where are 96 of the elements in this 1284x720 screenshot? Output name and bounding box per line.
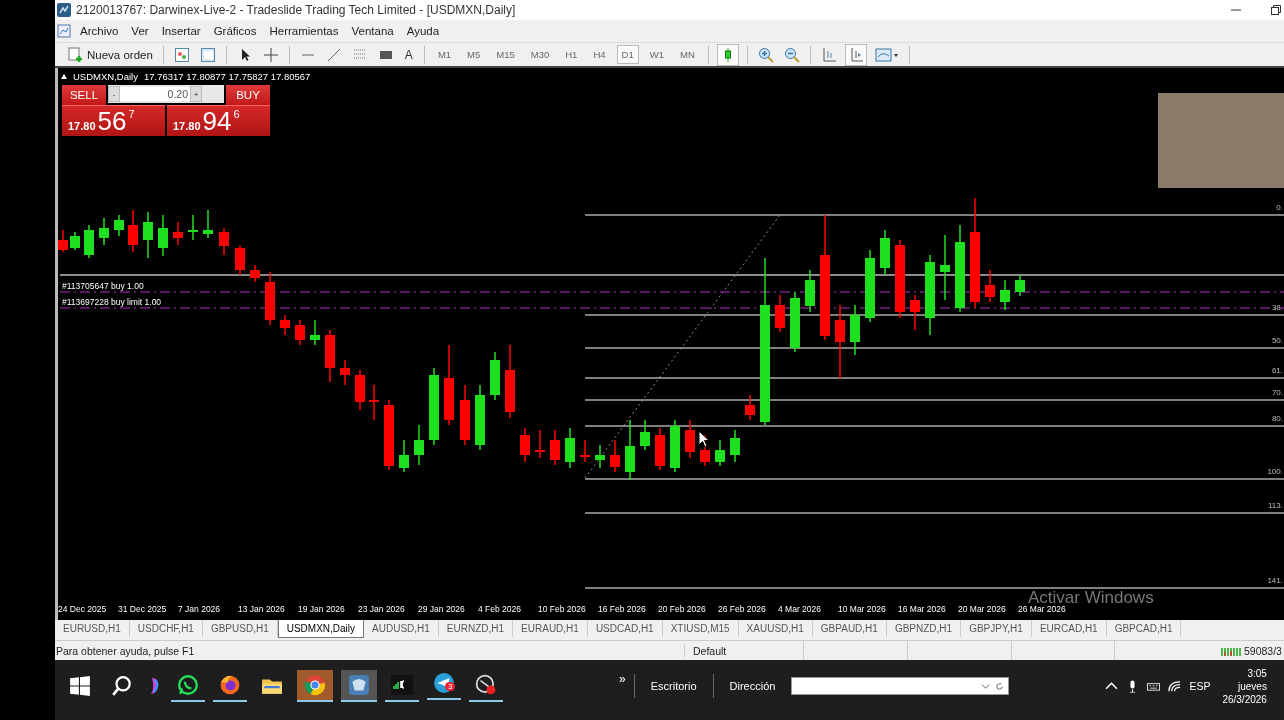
menu-item[interactable]: Ventana [347, 25, 402, 37]
address-label: Dirección [728, 680, 777, 692]
chart-tab[interactable]: GBPCAD,H1 [1106, 620, 1182, 637]
candlestick-icon[interactable] [716, 43, 739, 66]
timeframe-button[interactable]: M1 [432, 45, 457, 64]
buy-button[interactable]: BUY [226, 85, 270, 105]
activation-notice: Activar Windows [1028, 588, 1154, 607]
order-label: #113697228 buy limit 1.00 [62, 297, 162, 307]
chart-tab[interactable]: USDCAD,H1 [587, 620, 663, 637]
chart-tab[interactable]: EURUSD,H1 [55, 620, 130, 637]
new-order-button[interactable]: Nueva orden [63, 44, 155, 65]
timeframe-button[interactable]: D1 [616, 45, 639, 64]
timeframe-button[interactable]: M5 [462, 45, 486, 64]
date-label: 26 Feb 2026 [718, 604, 767, 614]
chart-tab[interactable]: GBPAUD,H1 [812, 620, 887, 637]
fibonacci-level-label: 0. [1276, 203, 1283, 212]
dropdown-caret-icon[interactable] [981, 681, 991, 691]
fibonacci-level-label: 61. [1271, 366, 1283, 375]
menu-item[interactable]: Insertar [157, 25, 209, 37]
document-icon[interactable] [57, 24, 71, 38]
chart-tab[interactable]: GBPNZD,H1 [886, 620, 962, 637]
chart-tab[interactable]: XTIUSD,M15 [662, 620, 739, 637]
volume-field[interactable]: 0.20 [120, 87, 190, 101]
symbol-label: USDMXN,Daily [73, 71, 138, 82]
bull-icon [348, 674, 370, 696]
timeframe-button[interactable]: H1 [560, 45, 583, 64]
chart-tab[interactable]: EURAUD,H1 [513, 620, 588, 637]
chrome-icon [304, 674, 326, 696]
text-tool[interactable]: A [401, 47, 416, 62]
notification-badge: 3 [445, 682, 456, 691]
language-indicator[interactable]: ESP [1189, 680, 1211, 692]
menu-item[interactable]: Ayuda [402, 25, 448, 37]
timeframe-button[interactable]: H4 [588, 45, 611, 64]
fibonacci-level-label: 80. [1271, 414, 1283, 423]
chart-tab[interactable]: USDMXN,Daily [277, 620, 365, 638]
sell-button[interactable]: SELL [62, 85, 106, 105]
clock-time[interactable]: 3:05 [1247, 666, 1267, 680]
decrease-button[interactable]: - [108, 86, 120, 102]
chart-tab[interactable]: EURCAD,H1 [1031, 620, 1107, 637]
timeframe-button[interactable]: W1 [644, 45, 669, 64]
date-label: 10 Mar 2026 [838, 604, 887, 614]
help-text: Para obtener ayuda, pulse F1 [55, 644, 196, 657]
desktop-toolbar-label[interactable]: Escritorio [642, 680, 705, 692]
chart-tab[interactable]: GBPJPY,H1 [961, 620, 1032, 637]
fibonacci-level-label: 100. [1267, 467, 1283, 476]
clock-date[interactable]: 26/3/2026 [1222, 692, 1267, 706]
address-field[interactable] [791, 677, 1010, 695]
date-label: 16 Feb 2026 [598, 604, 647, 614]
chart-tab[interactable]: XAUUSD,H1 [738, 620, 813, 637]
chart-tab[interactable]: GBPUSD,H1 [202, 620, 278, 637]
wifi-icon[interactable] [1168, 679, 1182, 693]
chrome-taskbar-button[interactable] [297, 670, 333, 702]
timeframe-button[interactable]: M15 [491, 45, 520, 64]
timeframe-button[interactable]: MN [674, 45, 700, 64]
window-title: 2120013767: Darwinex-Live-2 - Tradeslide Trading Tech Limited - [USDMXN,Daily] [76, 3, 516, 17]
fibonacci-level-label: 50. [1271, 336, 1283, 345]
order-label: #113705647 buy 1.00 [62, 281, 144, 291]
chart-tab[interactable]: EURNZD,H1 [438, 620, 514, 637]
profile-name: Default [684, 644, 803, 657]
toolbar-expand-chevron[interactable]: » [619, 672, 626, 686]
mouse-cursor-icon [698, 430, 710, 448]
collapse-icon[interactable] [61, 74, 67, 79]
date-label: 26 Mar 2026 [1018, 604, 1067, 614]
restore-icon[interactable] [1271, 5, 1281, 15]
date-label: 4 Mar 2026 [778, 604, 822, 614]
date-label: 4 Feb 2026 [478, 604, 522, 614]
date-label: 23 Jan 2026 [358, 604, 406, 614]
chart-tab[interactable]: AUDUSD,H1 [364, 620, 439, 637]
date-label: 16 Mar 2026 [898, 604, 947, 614]
date-label: 10 Feb 2026 [538, 604, 587, 614]
menu-item[interactable]: Herramientas [265, 25, 347, 37]
traffic-counter: 59083/3 [1244, 644, 1283, 657]
clock-day[interactable]: jueves [1238, 679, 1267, 693]
date-label: 24 Dec 2025 [58, 604, 108, 614]
timeframe-button[interactable]: M30 [525, 45, 555, 64]
new-order-icon [65, 44, 85, 65]
date-label: 20 Mar 2026 [958, 604, 1007, 614]
date-label: 20 Feb 2026 [658, 604, 707, 614]
date-label: 7 Jan 2026 [178, 604, 222, 614]
date-label: 19 Jan 2026 [298, 604, 346, 614]
fibonacci-level-label: 113. [1268, 501, 1283, 510]
increase-button[interactable]: + [190, 86, 202, 102]
menu-item[interactable]: Gráficos [209, 25, 265, 37]
fibonacci-level-label: 38. [1271, 303, 1283, 312]
refresh-icon[interactable] [995, 681, 1005, 691]
fibonacci-level-label: 70. [1271, 388, 1283, 397]
fibonacci-level-label: 141. [1267, 576, 1283, 585]
ohlc-values: 17.76317 17.80877 17.75827 17.80567 [143, 71, 311, 82]
menu-item[interactable]: Ver [127, 25, 157, 37]
date-label: 31 Dec 2025 [118, 604, 168, 614]
menu-item[interactable]: Archivo [76, 25, 127, 37]
app-icon [57, 3, 71, 17]
chart-tab[interactable]: USDCHF,H1 [129, 620, 203, 637]
connection-bars-icon [1221, 645, 1241, 656]
date-label: 29 Jan 2026 [418, 604, 466, 614]
date-label: 13 Jan 2026 [238, 604, 286, 614]
